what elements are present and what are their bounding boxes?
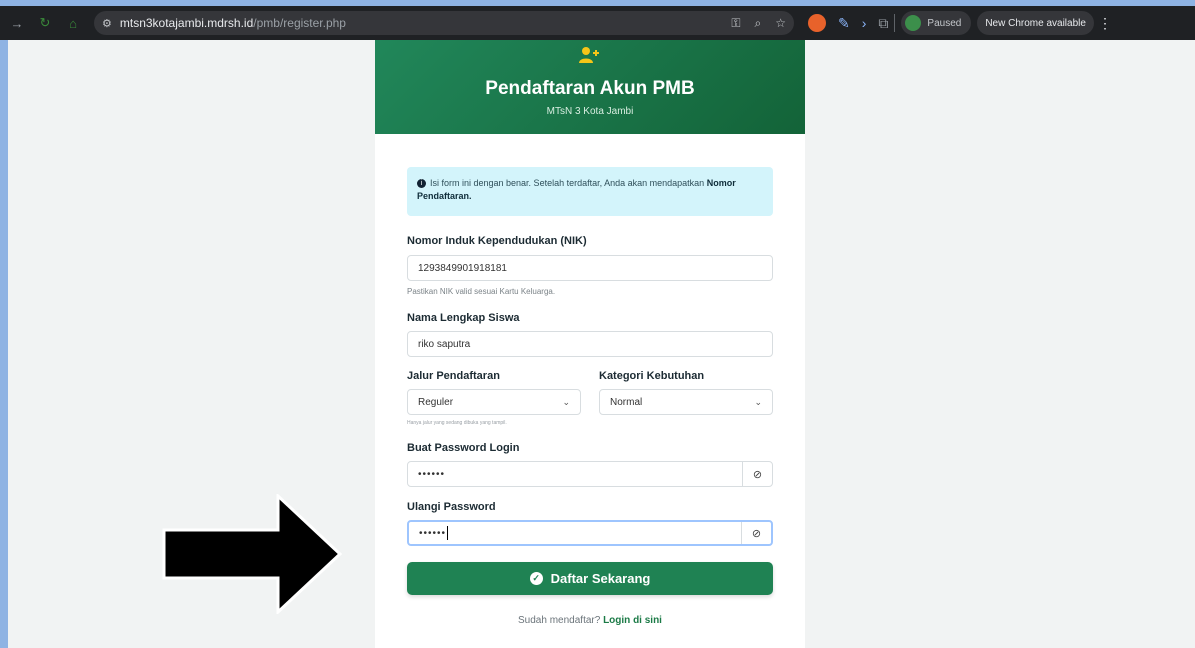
login-link[interactable]: Login di sini: [603, 615, 662, 626]
text-caret: [447, 526, 449, 540]
submit-label: Daftar Sekarang: [550, 571, 651, 586]
repeat-password-label: Ulangi Password: [407, 501, 496, 513]
repeat-password-input[interactable]: ••••••: [409, 522, 741, 544]
toggle-password-button[interactable]: ⊘: [742, 462, 772, 486]
register-submit-button[interactable]: ✓ Daftar Sekarang: [407, 562, 773, 595]
register-card: Pendaftaran Akun PMB MTsN 3 Kota Jambi i…: [375, 40, 805, 648]
page-title: Pendaftaran Akun PMB: [485, 78, 695, 99]
address-bar[interactable]: ⚙ mtsn3kotajambi.mdrsh.id/pmb/register.p…: [94, 11, 794, 35]
name-label: Nama Lengkap Siswa: [407, 312, 520, 324]
forward-icon[interactable]: →: [6, 16, 28, 31]
kategori-label: Kategori Kebutuhan: [599, 370, 705, 382]
toggle-repeat-password-button[interactable]: ⊘: [741, 522, 771, 544]
jalur-select[interactable]: Reguler ⌄: [407, 389, 581, 415]
password-label: Buat Password Login: [407, 442, 520, 454]
new-chrome-button[interactable]: New Chrome available: [977, 11, 1094, 35]
user-plus-icon: [579, 46, 599, 69]
chevron-down-icon: ⌄: [754, 396, 762, 407]
nik-input[interactable]: 1293849901918181: [407, 255, 773, 281]
profile-paused-button[interactable]: Paused: [901, 11, 972, 35]
card-header: Pendaftaran Akun PMB MTsN 3 Kota Jambi: [375, 40, 805, 134]
home-icon[interactable]: ⌂: [62, 16, 84, 31]
eye-slash-icon: ⊘: [751, 527, 762, 540]
alert-text: Isi form ini dengan benar. Setelah terda…: [430, 178, 705, 188]
kebab-menu-icon[interactable]: ⋮: [1098, 15, 1112, 32]
info-alert: i Isi form ini dengan benar. Setelah terd…: [407, 167, 773, 216]
repeat-password-input-group: •••••• ⊘: [407, 520, 773, 546]
password-input-group: •••••• ⊘: [407, 461, 773, 487]
jalur-hint: Hanya jalur yang sedang dibuka yang tamp…: [407, 420, 507, 426]
info-icon: i: [417, 179, 426, 189]
site-info-icon[interactable]: ⚙: [102, 17, 112, 30]
annotation-arrow-icon: [162, 494, 343, 614]
chevron-down-icon: ⌄: [562, 396, 570, 407]
login-prompt: Sudah mendaftar? Login di sini: [375, 615, 805, 626]
repeat-password-value: ••••••: [419, 527, 447, 539]
name-input[interactable]: riko saputra: [407, 331, 773, 357]
check-circle-icon: ✓: [529, 572, 543, 585]
browser-toolbar: → ↻ ⌂ ⚙ mtsn3kotajambi.mdrsh.id/pmb/regi…: [0, 0, 1195, 40]
jalur-selected: Reguler: [418, 396, 454, 408]
extensions-puzzle-icon[interactable]: ⧉: [878, 15, 888, 32]
bookmark-star-icon[interactable]: ☆: [775, 16, 786, 31]
nik-hint: Pastikan NIK valid sesuai Kartu Keluarga…: [407, 287, 556, 296]
profile-avatar: [905, 15, 922, 31]
extension-chevron-icon[interactable]: ›: [862, 15, 867, 31]
url-path: /pmb/register.php: [253, 16, 346, 30]
metamask-extension-icon[interactable]: [808, 14, 826, 32]
password-key-icon[interactable]: ⚿: [731, 16, 740, 31]
login-question: Sudah mendaftar?: [518, 615, 601, 626]
toolbar-divider: [894, 14, 896, 32]
school-subtitle: MTsN 3 Kota Jambi: [546, 106, 634, 117]
url-host: mtsn3kotajambi.mdrsh.id: [119, 16, 254, 30]
extension-feather-icon[interactable]: ✎: [838, 15, 850, 32]
kategori-selected: Normal: [610, 396, 643, 408]
eye-slash-icon: ⊘: [752, 468, 763, 481]
zoom-icon[interactable]: ⌕: [755, 16, 762, 31]
reload-icon[interactable]: ↻: [34, 15, 56, 31]
nik-label: Nomor Induk Kependudukan (NIK): [407, 235, 587, 247]
password-input[interactable]: ••••••: [408, 462, 742, 486]
kategori-select[interactable]: Normal ⌄: [599, 389, 773, 415]
paused-label: Paused: [927, 17, 962, 29]
jalur-label: Jalur Pendaftaran: [407, 370, 500, 382]
